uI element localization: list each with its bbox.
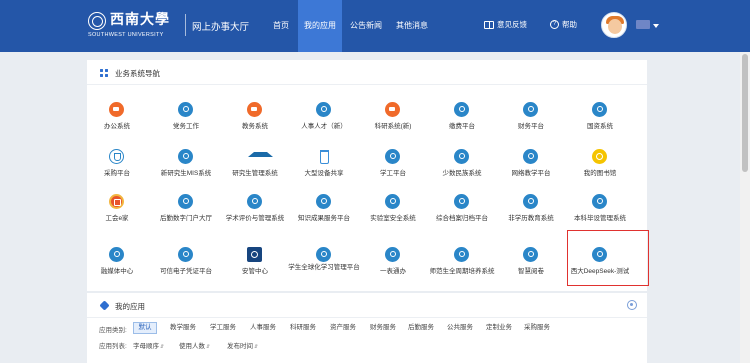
feedback-label: 意见反馈 xyxy=(497,20,527,29)
help-icon: ? xyxy=(550,20,559,29)
app-square-icon xyxy=(247,247,262,262)
user-avatar[interactable] xyxy=(601,12,627,38)
category-chip[interactable]: 科研服务 xyxy=(284,322,322,334)
nav-my-apps[interactable]: 我的应用 xyxy=(298,0,342,52)
app-blue-icon xyxy=(523,102,538,117)
logo-divider xyxy=(185,14,186,36)
app-orange-icon xyxy=(385,102,400,117)
app-cap-icon xyxy=(247,149,273,164)
category-label: 应用类别: xyxy=(99,327,127,334)
sort-option[interactable]: 使用人数⇵ xyxy=(179,340,210,350)
nav-other-messages[interactable]: 其他消息 xyxy=(390,0,434,52)
app-blue-icon xyxy=(454,102,469,117)
top-navbar: 西南大學 SOUTHWEST UNIVERSITY 网上办事大厅 首页 我的应用… xyxy=(0,0,750,52)
business-nav-header: 业务系统导航 xyxy=(87,60,647,85)
app-tile-label: 本科毕设管理系统 xyxy=(574,215,626,222)
app-blue-icon xyxy=(316,247,331,262)
app-blue-icon xyxy=(247,194,262,209)
university-logo-english: SOUTHWEST UNIVERSITY xyxy=(88,32,164,38)
category-chip[interactable]: 人事服务 xyxy=(244,322,282,334)
book-icon xyxy=(484,20,494,29)
business-nav-panel: 业务系统导航 办公系统 党务工作 教务系统 人事人才（新） 科研系统(新) 缴费平台 财务平… xyxy=(87,60,647,291)
sort-option[interactable]: 发布时间⇵ xyxy=(227,340,258,350)
category-chip[interactable]: 资产服务 xyxy=(324,322,362,334)
app-title: 网上办事大厅 xyxy=(192,22,250,33)
sort-arrow-icon: ⇵ xyxy=(206,344,211,350)
help-label: 帮助 xyxy=(562,20,577,29)
app-blue-icon xyxy=(523,149,538,164)
app-blue-icon xyxy=(454,194,469,209)
scrollbar[interactable] xyxy=(740,52,750,363)
scrollbar-thumb[interactable] xyxy=(742,54,748,172)
app-blue-icon xyxy=(454,247,469,262)
app-blue-icon xyxy=(178,247,193,262)
app-blue-icon xyxy=(178,194,193,209)
app-tile-label: 国资系统 xyxy=(587,123,613,130)
chevron-down-icon[interactable] xyxy=(653,24,659,28)
app-blue-icon xyxy=(385,149,400,164)
app-blue-icon xyxy=(385,194,400,209)
app-blue-icon xyxy=(178,149,193,164)
sort-option-label: 字母顺序 xyxy=(133,343,159,350)
my-apps-title: 我的应用 xyxy=(115,302,145,311)
app-orange-icon xyxy=(247,102,262,117)
app-blue-icon xyxy=(316,102,331,117)
nav-home[interactable]: 首页 xyxy=(266,0,296,52)
language-flag-icon[interactable] xyxy=(636,20,650,29)
category-chip[interactable]: 学工服务 xyxy=(204,322,242,334)
business-nav-title: 业务系统导航 xyxy=(115,69,160,78)
grid-icon xyxy=(100,69,108,77)
highlight-frame xyxy=(567,230,649,286)
category-chip[interactable]: 定制业务 xyxy=(480,322,518,334)
app-shield-icon xyxy=(109,149,124,164)
app-yellow-icon xyxy=(592,149,607,164)
category-chip[interactable]: 教学服务 xyxy=(164,322,202,334)
category-chip[interactable]: 公共服务 xyxy=(441,322,479,334)
app-tile-label: 我的图书馆 xyxy=(583,170,617,177)
sort-option[interactable]: 字母顺序⇵ xyxy=(133,340,164,350)
app-blue-icon xyxy=(178,102,193,117)
my-apps-panel: 我的应用 应用类别: 默认 教学服务 学工服务 人事服务 科研服务 资产服务 财务服务 后勤服… xyxy=(87,293,647,363)
cube-icon xyxy=(99,300,110,311)
university-seal-icon xyxy=(88,12,106,30)
app-blue-icon xyxy=(109,247,124,262)
category-chip[interactable]: 后勤服务 xyxy=(402,322,440,334)
app-flask-icon xyxy=(316,149,331,164)
feedback-button[interactable]: 意见反馈 xyxy=(484,19,527,30)
nav-announcements[interactable]: 公告新闻 xyxy=(344,0,388,52)
category-chip[interactable]: 财务服务 xyxy=(364,322,402,334)
sort-option-label: 发布时间 xyxy=(227,343,253,350)
app-blue-icon xyxy=(523,194,538,209)
app-blue-icon xyxy=(592,194,607,209)
app-blue-icon xyxy=(592,102,607,117)
sort-arrow-icon: ⇵ xyxy=(254,344,259,350)
category-chip[interactable]: 采购服务 xyxy=(518,322,556,334)
app-union-icon xyxy=(109,194,124,209)
app-blue-icon xyxy=(523,247,538,262)
app-blue-icon xyxy=(385,247,400,262)
settings-icon[interactable] xyxy=(627,300,637,310)
sort-arrow-icon: ⇵ xyxy=(160,344,165,350)
university-logo-text[interactable]: 西南大學 xyxy=(110,9,170,29)
app-blue-icon xyxy=(454,149,469,164)
my-apps-header: 我的应用 xyxy=(87,293,647,318)
category-chip[interactable]: 默认 xyxy=(133,322,157,334)
help-button[interactable]: ? 帮助 xyxy=(550,19,577,30)
sort-option-label: 使用人数 xyxy=(179,343,205,350)
app-orange-icon xyxy=(109,102,124,117)
list-label: 应用列表: xyxy=(99,343,127,350)
app-blue-icon xyxy=(316,194,331,209)
